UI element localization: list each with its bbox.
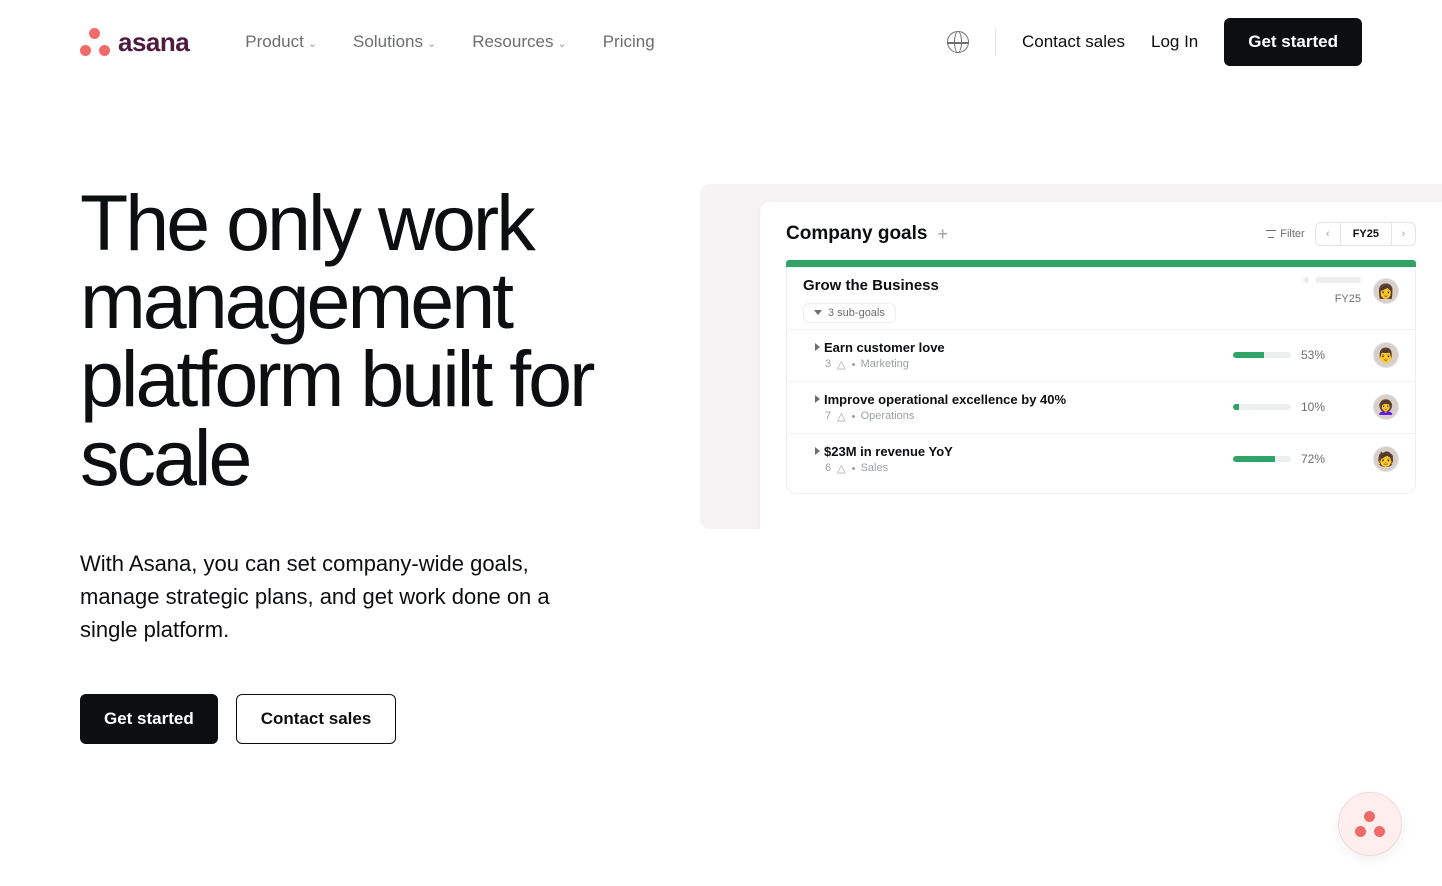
brand-name: asana <box>118 27 189 58</box>
period-label[interactable]: FY25 <box>1340 223 1391 245</box>
login-link[interactable]: Log In <box>1151 32 1198 52</box>
subgoal-dept: Marketing <box>861 358 909 370</box>
help-fab[interactable] <box>1338 792 1402 856</box>
caret-right-icon <box>815 343 820 351</box>
site-header: asana Product ⌄ Solutions ⌄ Resources ⌄ … <box>0 0 1442 84</box>
triangle-icon: △ <box>837 462 845 475</box>
add-goal-icon[interactable]: + <box>937 224 948 245</box>
subgoals-label: 3 sub-goals <box>828 307 885 319</box>
filter-button[interactable]: Filter <box>1266 228 1304 240</box>
period-prev-button[interactable]: ‹ <box>1316 223 1340 245</box>
filter-label: Filter <box>1280 228 1304 240</box>
subgoal-title: Earn customer love <box>824 340 945 355</box>
hero-get-started-button[interactable]: Get started <box>80 694 218 744</box>
caret-right-icon <box>815 395 820 403</box>
goal-card-header: Grow the Business 3 sub-goals FY25 👩 <box>787 267 1415 329</box>
subgoals-toggle[interactable]: 3 sub-goals <box>803 303 896 323</box>
owner-avatar[interactable]: 🧑 <box>1373 446 1399 472</box>
nav-label: Resources <box>472 32 553 52</box>
subgoal-pct: 72% <box>1301 452 1333 466</box>
nav-label: Solutions <box>353 32 423 52</box>
product-preview: Company goals + Filter ‹ FY25 › <box>700 184 1442 529</box>
owner-avatar[interactable]: 👩 <box>1373 278 1399 304</box>
triangle-icon: △ <box>837 358 845 371</box>
subgoal-count: 3 <box>825 358 831 370</box>
hero-cta-row: Get started Contact sales <box>80 694 660 744</box>
nav-item-resources[interactable]: Resources ⌄ <box>472 32 566 52</box>
subgoal-row[interactable]: Earn customer love 3 △ Marketing 53% 👨 <box>787 329 1415 381</box>
nav-item-solutions[interactable]: Solutions ⌄ <box>353 32 436 52</box>
nav-label: Product <box>245 32 304 52</box>
subgoal-count: 6 <box>825 462 831 474</box>
goal-period-tag: FY25 <box>1335 293 1361 305</box>
header-right: Contact sales Log In Get started <box>947 18 1362 66</box>
subgoal-dept: Sales <box>861 462 889 474</box>
caret-down-icon <box>814 310 822 315</box>
contact-sales-link[interactable]: Contact sales <box>1022 32 1125 52</box>
owner-avatar[interactable]: 👨 <box>1373 342 1399 368</box>
dot-separator <box>852 363 855 366</box>
hero-section: The only work management platform built … <box>0 84 1442 744</box>
hero-contact-sales-button[interactable]: Contact sales <box>236 694 397 744</box>
caret-right-icon <box>815 447 820 455</box>
hero-headline: The only work management platform built … <box>80 184 660 497</box>
hero-copy: The only work management platform built … <box>80 184 660 744</box>
subgoal-pct: 53% <box>1301 348 1333 362</box>
subgoal-pct: 10% <box>1301 400 1333 414</box>
primary-nav: Product ⌄ Solutions ⌄ Resources ⌄ Pricin… <box>245 32 654 52</box>
chevron-down-icon: ⌄ <box>557 37 566 50</box>
subgoal-title: Improve operational excellence by 40% <box>824 392 1066 407</box>
subgoal-count: 7 <box>825 410 831 422</box>
subgoal-progress <box>1233 352 1291 358</box>
hero-subtitle: With Asana, you can set company-wide goa… <box>80 547 580 646</box>
chevron-down-icon: ⌄ <box>427 37 436 50</box>
period-next-button[interactable]: › <box>1391 223 1415 245</box>
nav-item-pricing[interactable]: Pricing <box>603 32 655 52</box>
nav-item-product[interactable]: Product ⌄ <box>245 32 317 52</box>
chevron-down-icon: ⌄ <box>308 37 317 50</box>
goal-card: Grow the Business 3 sub-goals FY25 👩 <box>786 267 1416 494</box>
subgoal-progress <box>1233 456 1291 462</box>
divider <box>995 28 996 56</box>
nav-label: Pricing <box>603 32 655 52</box>
goal-title: Grow the Business <box>803 277 939 294</box>
goal-progress-bar <box>786 260 1416 267</box>
subgoal-row[interactable]: $23M in revenue YoY 6 △ Sales 72% 🧑 <box>787 433 1415 485</box>
asana-logo-icon <box>80 28 110 56</box>
goals-panel: Company goals + Filter ‹ FY25 › <box>760 202 1442 529</box>
filter-icon <box>1266 230 1276 238</box>
subgoal-row[interactable]: Improve operational excellence by 40% 7 … <box>787 381 1415 433</box>
subgoal-dept: Operations <box>861 410 915 422</box>
triangle-icon: △ <box>837 410 845 423</box>
asana-logo-icon <box>1355 811 1385 837</box>
period-selector: ‹ FY25 › <box>1315 222 1416 246</box>
dot-separator <box>852 467 855 470</box>
goals-panel-header: Company goals + Filter ‹ FY25 › <box>760 202 1442 260</box>
dot-separator <box>852 415 855 418</box>
get-started-button[interactable]: Get started <box>1224 18 1362 66</box>
owner-avatar[interactable]: 👩‍🦱 <box>1373 394 1399 420</box>
subgoal-title: $23M in revenue YoY <box>824 444 953 459</box>
language-globe-icon[interactable] <box>947 31 969 53</box>
goals-panel-title: Company goals <box>786 223 927 245</box>
subgoal-progress <box>1233 404 1291 410</box>
brand-logo[interactable]: asana <box>80 27 189 58</box>
goal-meta-placeholder <box>1303 277 1361 283</box>
